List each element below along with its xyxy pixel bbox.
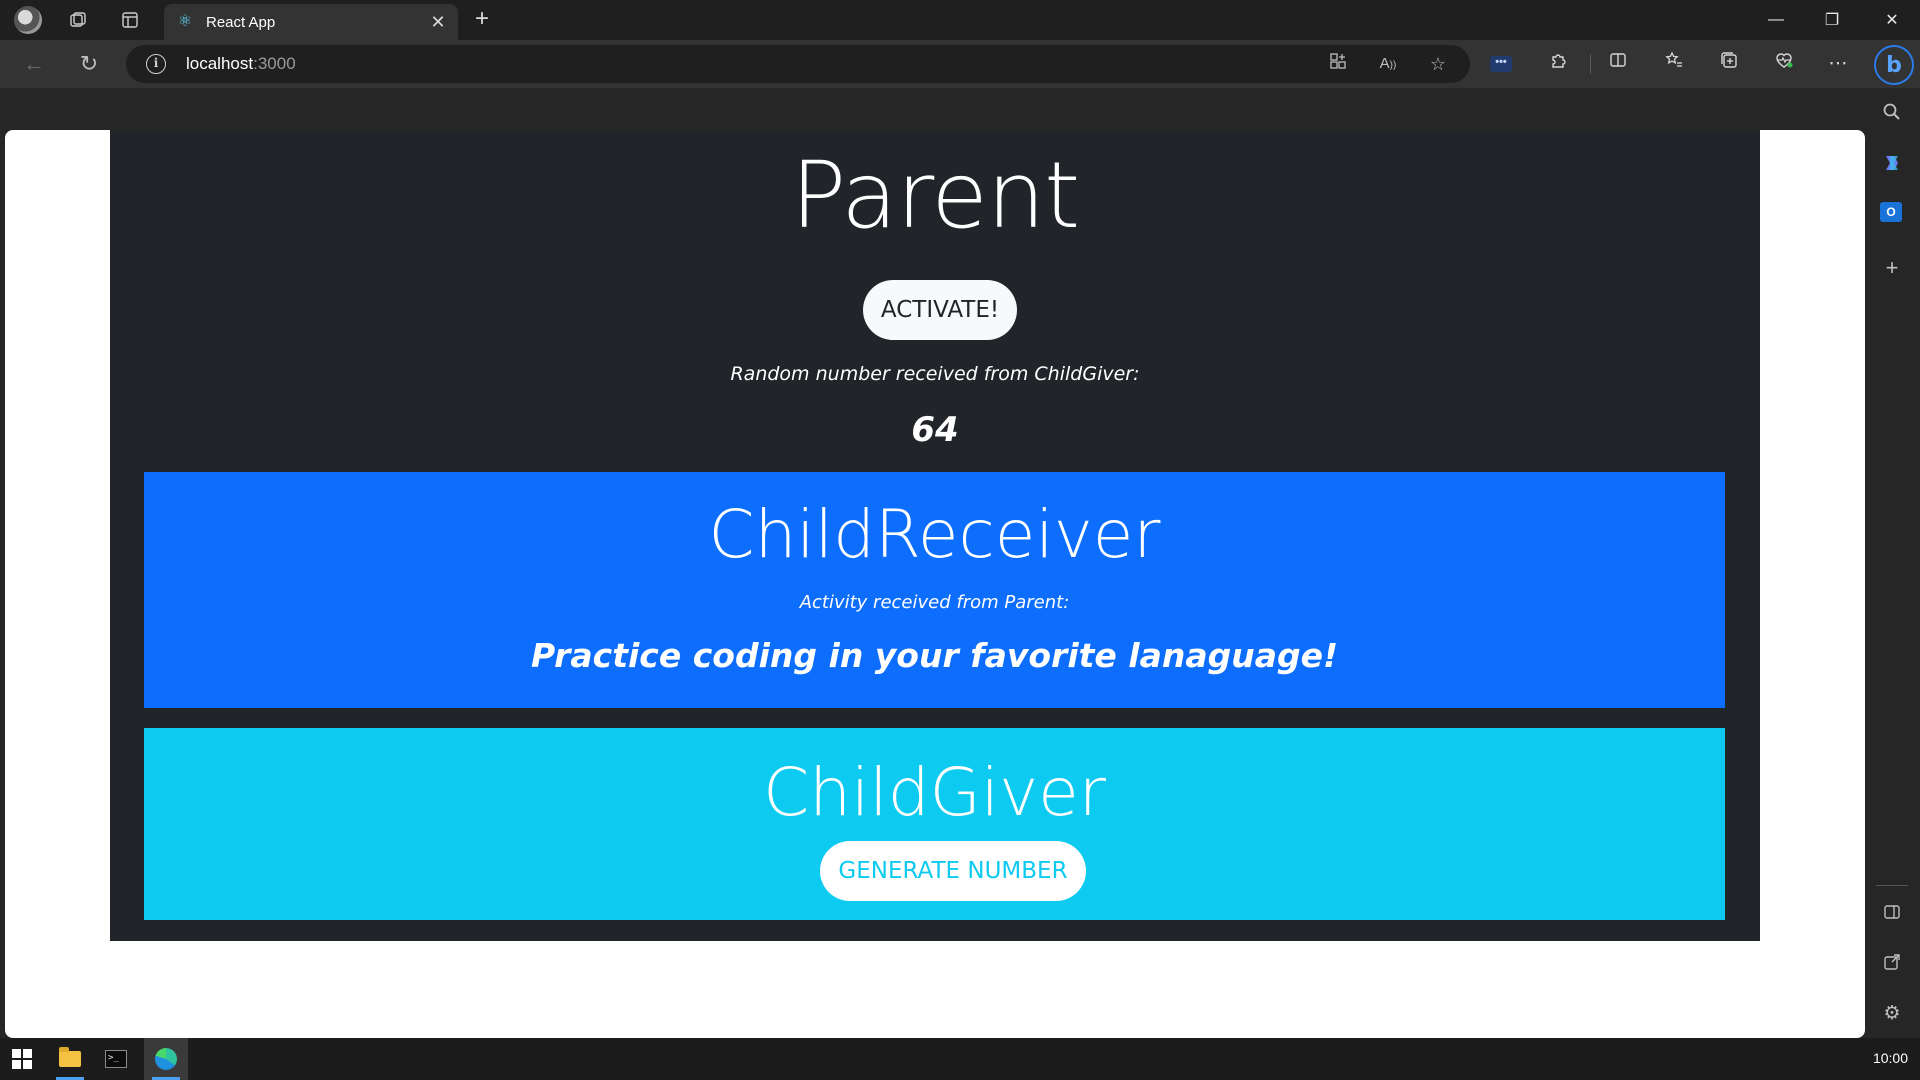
copilot-icon[interactable]: [1880, 152, 1904, 176]
child-receiver-title: ChildReceiver: [708, 496, 1161, 573]
taskbar-edge[interactable]: [144, 1038, 188, 1080]
minimize-button[interactable]: —: [1748, 0, 1804, 40]
favorites-icon[interactable]: [1660, 50, 1688, 78]
random-number-label: Random number received from ChildGiver:: [730, 363, 1140, 385]
url-port: :3000: [253, 54, 296, 73]
folder-icon: [59, 1047, 81, 1067]
url-text[interactable]: localhost:3000: [186, 54, 296, 74]
edge-sidebar: O + ⚙: [1864, 88, 1920, 1038]
child-giver-title: ChildGiver: [763, 754, 1106, 831]
refresh-button[interactable]: ↻: [73, 48, 105, 80]
windows-logo-icon: [12, 1049, 32, 1069]
workspaces-icon[interactable]: [64, 6, 92, 34]
activate-button[interactable]: ACTIVATE!: [863, 280, 1017, 340]
start-button[interactable]: [0, 1038, 44, 1080]
open-external-icon[interactable]: [1880, 953, 1904, 977]
app-available-icon[interactable]: [1326, 52, 1350, 76]
more-options-icon[interactable]: ⋯: [1824, 50, 1852, 78]
taskbar-clock[interactable]: 10:00: [1873, 1050, 1908, 1066]
close-window-button[interactable]: ✕: [1864, 0, 1920, 40]
activity-value: Practice coding in your favorite lanagua…: [530, 636, 1339, 675]
url-host: localhost: [186, 54, 254, 73]
back-button[interactable]: ←: [18, 48, 50, 80]
address-bar[interactable]: i localhost:3000 A)) ☆: [126, 45, 1470, 83]
browser-essentials-icon[interactable]: [1770, 50, 1798, 78]
tab-react-app[interactable]: ⚛ React App ✕: [164, 4, 458, 40]
read-aloud-icon[interactable]: A)): [1376, 52, 1400, 76]
sidebar-settings-gear-icon[interactable]: ⚙: [1880, 1002, 1904, 1026]
taskbar-file-explorer[interactable]: [48, 1038, 92, 1080]
activity-label: Activity received from Parent:: [799, 592, 1070, 613]
windows-taskbar: >_ 10:00: [0, 1038, 1920, 1080]
search-icon[interactable]: [1880, 102, 1904, 126]
add-sidebar-app-icon[interactable]: +: [1880, 256, 1904, 280]
favorite-star-icon[interactable]: ☆: [1426, 52, 1450, 76]
bing-copilot-icon[interactable]: b: [1874, 45, 1914, 85]
hide-sidebar-icon[interactable]: [1880, 903, 1904, 927]
site-info-icon[interactable]: i: [146, 54, 166, 74]
avatar-image: [14, 6, 42, 34]
sidebar-divider: [1876, 885, 1908, 886]
terminal-icon: >_: [105, 1050, 127, 1068]
child-receiver-panel: ChildReceiver Activity received from Par…: [144, 472, 1725, 708]
child-giver-panel: ChildGiver GENERATE NUMBER: [144, 728, 1725, 920]
taskbar-terminal[interactable]: >_: [94, 1038, 138, 1080]
random-number-value: 64: [911, 410, 959, 450]
tab-title: React App: [206, 13, 276, 31]
edge-icon: [155, 1048, 177, 1070]
new-tab-button[interactable]: +: [468, 6, 496, 34]
page-viewport: Parent ACTIVATE! Random number received …: [5, 130, 1865, 1038]
split-screen-icon[interactable]: [1604, 50, 1632, 78]
restore-button[interactable]: ❐: [1804, 0, 1860, 40]
generate-number-button[interactable]: GENERATE NUMBER: [820, 841, 1086, 901]
extensions-icon[interactable]: [1545, 50, 1573, 78]
profile-avatar[interactable]: [12, 6, 44, 34]
browser-toolbar: ← ↻ i localhost:3000 A)) ☆ ••• ⋯: [0, 40, 1920, 88]
vertical-tabs-icon[interactable]: [116, 6, 144, 34]
password-manager-icon[interactable]: •••: [1487, 52, 1515, 80]
outlook-icon[interactable]: O: [1880, 202, 1904, 226]
tab-strip: ⚛ React App ✕ + — ❐ ✕: [0, 0, 1920, 40]
react-icon: ⚛: [177, 13, 193, 30]
parent-component: Parent ACTIVATE! Random number received …: [110, 130, 1760, 941]
collections-icon[interactable]: [1715, 50, 1743, 78]
tab-close-icon[interactable]: ✕: [426, 10, 450, 34]
parent-title: Parent: [790, 142, 1081, 249]
toolbar-separator: [1590, 54, 1591, 74]
